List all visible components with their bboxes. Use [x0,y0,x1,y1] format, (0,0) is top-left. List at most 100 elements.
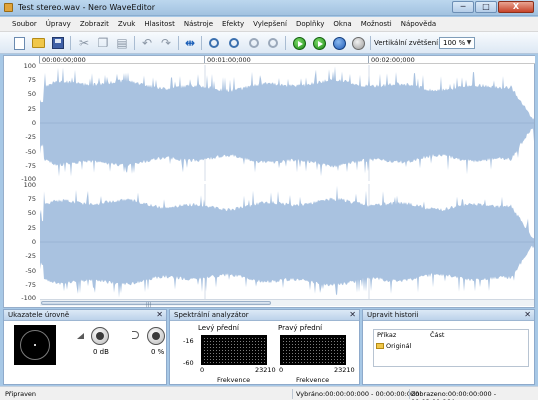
menu-vylepseni[interactable]: Vylepšení [253,20,287,28]
left-x-min: 0 [200,366,205,374]
edit-history-panel: Upravit historii ✕ Příkaz Část Originál [362,309,535,385]
status-shown-range: Zobrazeno:00:00:00:000 - 00:03:00:864 [411,390,497,400]
panel-close-button[interactable]: ✕ [524,310,531,320]
panel-header: Ukazatele úrovně ✕ [4,310,166,321]
gain-value: 0 dB [93,348,109,356]
record-icon[interactable] [331,35,347,51]
history-list[interactable]: Příkaz Část Originál [373,329,529,367]
history-row-label: Originál [386,342,412,350]
menu-nastroje[interactable]: Nástroje [184,20,213,28]
channel-1-axis: 100 75 50 25 0 -25 -50 -75 -100 [21,62,36,183]
waveform-shape [40,66,534,177]
undo-icon[interactable]: ↶ [139,35,155,51]
close-button[interactable]: X [498,1,534,13]
toolbar-separator [70,36,71,50]
toolbar-separator [178,36,179,50]
title-bar: Test stereo.wav - Nero WaveEditor ─ □ X [0,0,538,16]
toolbar-separator [370,36,371,50]
spectrum-y-bottom: -60 [183,359,194,367]
panel-header: Upravit historii ✕ [363,310,534,321]
menu-hlasitost[interactable]: Hlasitost [144,20,175,28]
right-spectrum-display [280,335,346,365]
history-list-header: Příkaz Část [374,330,528,340]
toolbar-separator [285,36,286,50]
menu-soubor[interactable]: Soubor [12,20,37,28]
minimize-button[interactable]: ─ [452,1,474,13]
column-part[interactable]: Část [430,330,444,340]
menu-bar: Soubor Úpravy Zobrazit Zvuk Hlasitost Ná… [0,17,538,32]
stop-icon[interactable] [350,35,366,51]
level-meters-panel: Ukazatele úrovně ✕ 0 dB 0 % [3,309,167,385]
scroll-thumb[interactable]: ||| [41,301,271,308]
fit-icon[interactable]: ⇹ [182,35,198,51]
spectrum-y-top: -16 [183,337,194,345]
right-x-label: Frekvence [296,376,330,384]
left-x-max: 23210 [255,366,276,374]
toolbar-separator [201,36,202,50]
app-icon [4,3,13,12]
time-mark: 00:00:00;000 [42,56,86,64]
zoom-in-icon[interactable] [206,35,222,51]
window-title: Test stereo.wav - Nero WaveEditor [18,3,156,12]
menu-moznosti[interactable]: Možnosti [361,20,392,28]
paste-icon[interactable]: ▤ [114,35,130,51]
save-icon[interactable] [50,35,66,51]
status-bar: Připraven Vybráno:00:00:00:000 - 00:00:0… [0,386,538,400]
time-mark: 00:02:00;000 [371,56,415,64]
horizontal-scrollbar[interactable]: ||| [40,299,534,308]
panel-title: Ukazatele úrovně [8,311,70,319]
cut-icon[interactable]: ✂ [76,35,92,51]
zoom-full-icon[interactable] [265,35,281,51]
vertical-zoom-value: 100 % [443,39,466,47]
channel-1-waveform[interactable] [40,65,534,181]
right-channel-title: Pravý přední [278,324,323,332]
menu-okna[interactable]: Okna [333,20,351,28]
menu-napoveda[interactable]: Nápověda [401,20,436,28]
open-folder-icon[interactable] [30,35,46,51]
chevron-down-icon: ▼ [466,39,472,46]
vertical-zoom-label: Vertikální zvětšení: [374,39,441,47]
menu-zobrazit[interactable]: Zobrazit [80,20,109,28]
panel-header: Spektrální analyzátor ✕ [170,310,359,321]
pan-knob[interactable] [147,327,165,345]
right-x-max: 23210 [334,366,355,374]
column-command[interactable]: Příkaz [377,330,396,340]
volume-ramp-icon [77,333,84,339]
left-spectrum-display [201,335,267,365]
menu-doplnky[interactable]: Doplňky [296,20,324,28]
pan-value: 0 % [151,348,165,356]
new-doc-icon[interactable] [11,35,27,51]
pan-arc-icon [132,331,139,339]
history-row[interactable]: Originál [376,342,411,350]
panel-close-button[interactable]: ✕ [156,310,163,320]
folder-icon [376,343,384,349]
scroll-grip: ||| [146,302,152,308]
play-loop-icon[interactable] [311,35,327,51]
toolbar-separator [134,36,135,50]
zoom-select-icon[interactable] [246,35,262,51]
channel-2-waveform[interactable] [40,184,534,300]
menu-upravy[interactable]: Úpravy [46,20,71,28]
time-ruler[interactable]: 00:00:00;000 00:01:00;000 00:02:00;000 [39,56,535,64]
panel-close-button[interactable]: ✕ [349,310,356,320]
level-meter-display [14,325,56,365]
panel-title: Spektrální analyzátor [174,311,249,319]
menu-efekty[interactable]: Efekty [222,20,244,28]
play-icon[interactable] [291,35,307,51]
panel-title: Upravit historii [367,311,419,319]
vertical-zoom-select[interactable]: 100 % ▼ [439,37,475,49]
left-x-label: Frekvence [217,376,251,384]
menu-zvuk[interactable]: Zvuk [118,20,135,28]
zoom-out-icon[interactable] [226,35,242,51]
copy-icon[interactable]: ❐ [95,35,111,51]
window-controls: ─ □ X [452,1,534,13]
maximize-button[interactable]: □ [475,1,497,13]
waveform-editor[interactable]: 00:00:00;000 00:01:00;000 00:02:00;000 1… [3,55,535,308]
toolbar: ✂ ❐ ▤ ↶ ↷ ⇹ Vertikální zvětšení: 100 % ▼ [0,32,538,54]
gain-knob[interactable] [91,327,109,345]
status-selected-range: Vybráno:00:00:00:000 - 00:00:00:000 [296,390,420,398]
time-mark: 00:01:00;000 [207,56,251,64]
right-x-min: 0 [279,366,284,374]
redo-icon[interactable]: ↷ [158,35,174,51]
status-ready: Připraven [5,390,37,398]
